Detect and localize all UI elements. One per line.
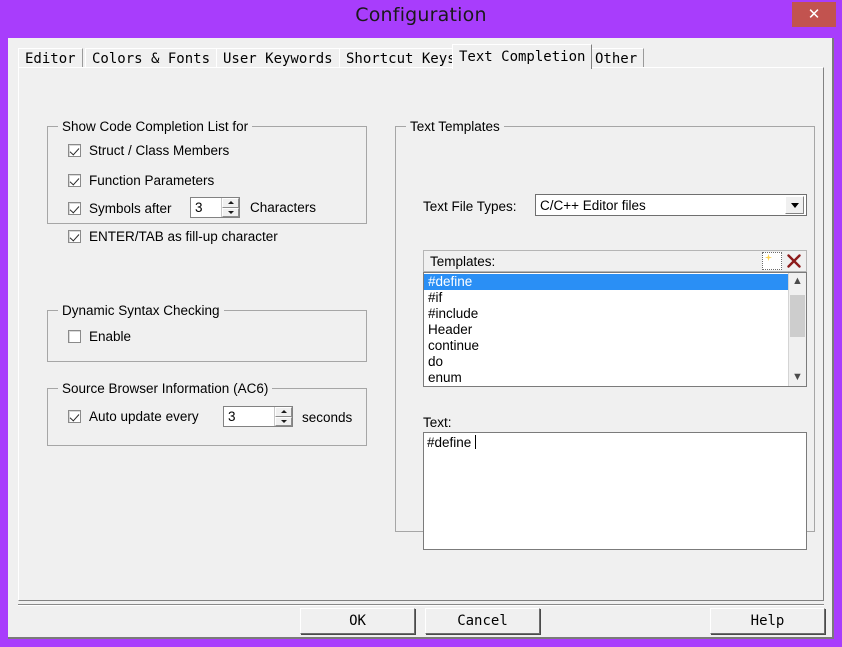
- templates-list-scrollbar[interactable]: ▲ ▼: [788, 273, 806, 386]
- footer-separator: [18, 604, 824, 606]
- tab-shortcut-keys[interactable]: Shortcut Keys: [339, 48, 463, 68]
- seconds-label: seconds: [302, 410, 353, 425]
- text-file-types-combobox[interactable]: C/C++ Editor files: [535, 194, 807, 216]
- symbols-after-value[interactable]: 3: [191, 198, 221, 217]
- group-title-text-templates: Text Templates: [406, 119, 504, 134]
- scroll-down-icon[interactable]: ▼: [789, 369, 806, 386]
- ok-button[interactable]: OK: [300, 608, 415, 634]
- tab-colors-fonts[interactable]: Colors & Fonts: [85, 48, 218, 68]
- templates-listbox[interactable]: #define #if #include Header continue do …: [423, 272, 807, 387]
- auto-update-spin-up[interactable]: [275, 407, 292, 417]
- checkbox-function-parameters[interactable]: Function Parameters: [68, 171, 214, 189]
- help-button[interactable]: Help: [710, 608, 825, 634]
- group-title-show-code-completion-list: Show Code Completion List for: [58, 119, 253, 134]
- tabstrip: Editor Colors & Fonts User Keywords Shor…: [18, 44, 824, 69]
- checkbox-dynamic-syntax-enable[interactable]: Enable: [68, 327, 131, 345]
- auto-update-spin-down[interactable]: [275, 416, 292, 426]
- group-dynamic-syntax-checking: Dynamic Syntax Checking Enable: [47, 303, 367, 362]
- checkbox-enter-tab-fillup-label: ENTER/TAB as fill-up character: [89, 228, 278, 244]
- tab-text-completion[interactable]: Text Completion: [452, 44, 593, 69]
- group-title-source-browser-information: Source Browser Information (AC6): [58, 381, 273, 396]
- template-text-editor[interactable]: #define: [423, 432, 807, 550]
- checkbox-function-parameters-label: Function Parameters: [89, 172, 215, 188]
- checkbox-symbols-after-label: Symbols after: [89, 200, 172, 216]
- chevron-down-icon[interactable]: [785, 196, 804, 214]
- group-title-dynamic-syntax-checking: Dynamic Syntax Checking: [58, 303, 224, 318]
- list-item[interactable]: continue: [424, 338, 788, 354]
- checkbox-enter-tab-fillup-box[interactable]: [68, 229, 81, 243]
- checkbox-dynamic-syntax-enable-box[interactable]: [68, 329, 81, 343]
- checkbox-struct-class-members-box[interactable]: [68, 143, 81, 157]
- list-item[interactable]: #define: [424, 274, 788, 290]
- list-item[interactable]: #include: [424, 306, 788, 322]
- tab-page-text-completion: Show Code Completion List for Struct / C…: [18, 67, 824, 601]
- symbols-after-spin-buttons: [221, 198, 239, 217]
- checkbox-enter-tab-fillup[interactable]: ENTER/TAB as fill-up character: [68, 227, 278, 245]
- list-item[interactable]: do: [424, 354, 788, 370]
- symbols-after-spinner[interactable]: 3: [190, 197, 240, 218]
- list-item[interactable]: Header: [424, 322, 788, 338]
- characters-label: Characters: [250, 200, 317, 215]
- checkbox-auto-update-every-box[interactable]: [68, 409, 81, 423]
- text-caret: [475, 435, 477, 449]
- configuration-dialog: Editor Colors & Fonts User Keywords Shor…: [8, 38, 834, 639]
- checkbox-auto-update-every[interactable]: Auto update every: [68, 407, 199, 425]
- auto-update-interval-spinner[interactable]: 3: [223, 406, 293, 427]
- checkbox-symbols-after[interactable]: Symbols after: [68, 199, 172, 217]
- list-item[interactable]: enum: [424, 370, 788, 386]
- auto-update-interval-value[interactable]: 3: [224, 407, 274, 426]
- window-title: Configuration: [355, 4, 487, 26]
- templates-toolbar: Templates:: [423, 250, 807, 272]
- text-file-types-value: C/C++ Editor files: [540, 197, 646, 213]
- templates-label: Templates:: [430, 253, 496, 269]
- tab-user-keywords[interactable]: User Keywords: [216, 48, 340, 68]
- cancel-button[interactable]: Cancel: [425, 608, 540, 634]
- template-text-value: #define: [427, 435, 476, 450]
- symbols-after-spin-up[interactable]: [222, 198, 239, 208]
- scroll-up-icon[interactable]: ▲: [789, 273, 806, 290]
- templates-list-items: #define #if #include Header continue do …: [424, 273, 788, 386]
- checkbox-struct-class-members-label: Struct / Class Members: [89, 142, 230, 158]
- symbols-after-spin-down[interactable]: [222, 207, 239, 217]
- checkbox-struct-class-members[interactable]: Struct / Class Members: [68, 141, 229, 159]
- tab-editor[interactable]: Editor: [18, 48, 83, 68]
- group-source-browser-information: Source Browser Information (AC6) Auto up…: [47, 381, 367, 446]
- template-text-label: Text:: [423, 415, 452, 430]
- checkbox-auto-update-every-label: Auto update every: [89, 408, 199, 424]
- tab-other[interactable]: Other: [588, 48, 645, 68]
- close-button[interactable]: ✕: [792, 2, 836, 27]
- auto-update-spin-buttons: [274, 407, 292, 426]
- group-show-code-completion-list: Show Code Completion List for Struct / C…: [47, 119, 367, 244]
- delete-template-icon[interactable]: [784, 252, 804, 270]
- new-template-icon[interactable]: [762, 252, 782, 270]
- checkbox-function-parameters-box[interactable]: [68, 173, 81, 187]
- scrollbar-thumb[interactable]: [790, 295, 805, 337]
- list-item[interactable]: #if: [424, 290, 788, 306]
- checkbox-symbols-after-box[interactable]: [68, 201, 81, 215]
- checkbox-dynamic-syntax-enable-label: Enable: [89, 328, 132, 344]
- text-file-types-label: Text File Types:: [423, 199, 517, 214]
- title-bar: Configuration ✕: [0, 0, 842, 38]
